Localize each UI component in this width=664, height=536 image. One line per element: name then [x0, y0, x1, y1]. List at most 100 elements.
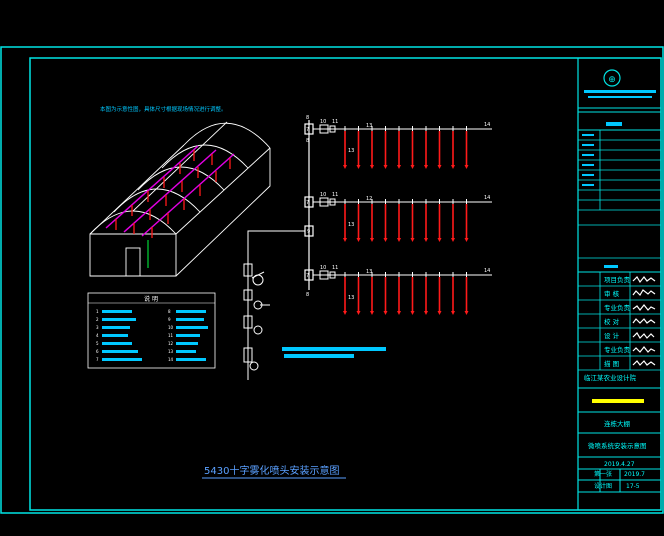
drawing-note: 本图为示意性图，具体尺寸根据现场情况进行调整。: [100, 105, 227, 113]
greenhouse-sprinkler-lines: [105, 145, 235, 268]
legend-box: 说 明 123 4567 8910 11121314: [87, 292, 216, 369]
tb-row-6: 专业负责: [604, 345, 631, 354]
title-block-grid: [578, 130, 661, 259]
label-row2-b: 11: [332, 192, 338, 198]
sprinkler-head-r1-6: [410, 165, 415, 169]
date-text: 2019.4.27: [604, 461, 635, 468]
drawing-title: 5430十字雾化喷头安装示意图: [204, 464, 339, 477]
phase-text: 设计图: [594, 482, 612, 490]
label-row3-bottom: 8: [306, 292, 309, 298]
svg-text:14: 14: [168, 357, 174, 362]
sprinkler-head-r1-10: [464, 165, 469, 169]
sprinkler-head-r1-8: [437, 165, 442, 169]
signature-table: [578, 272, 661, 371]
project-name: 连栋大棚: [604, 419, 631, 428]
label-mid: 9: [307, 229, 310, 235]
label-row3-end: 14: [484, 268, 490, 274]
svg-text:9: 9: [168, 317, 171, 322]
label-row3-b: 11: [332, 265, 338, 271]
tb-row-1: 项目负责: [604, 275, 631, 284]
sprinkler-head-r2-6: [410, 238, 415, 242]
sprinkler-head-r2-8: [437, 238, 442, 242]
sprinkler-head-r3-6: [410, 311, 415, 315]
sprinkler-head-r2-10: [464, 238, 469, 242]
valve-label-bar-2: [284, 354, 354, 358]
legend-heading: 说 明: [144, 295, 158, 303]
sprinkler-head-r3-10: [464, 311, 469, 315]
drawing-name: 微喷系统安装示意图: [588, 441, 647, 450]
label-row1-bottom: 8: [306, 138, 309, 144]
sprinkler-head-r2-3: [370, 238, 374, 242]
branch-row-2: 10 11 12 14 13: [313, 192, 492, 228]
sprinkler-head-r3-4: [383, 311, 388, 315]
sprinkler-head-r2-2: [356, 238, 361, 242]
svg-text:5: 5: [96, 341, 99, 346]
sprinkler-head-r3-1: [343, 311, 347, 315]
label-row3-pipe: 13: [366, 269, 372, 275]
tb-row-3: 专业负责: [604, 303, 631, 312]
label-row2-end: 14: [484, 195, 490, 201]
label-row1-b: 11: [332, 119, 338, 125]
label-row3-a: 10: [320, 265, 326, 271]
title-block: ⊕ 项目负责 审 核 专业负责 校 对 设 计 专业负责 描 图 临江某农业设计…: [577, 58, 661, 510]
tb-row-5: 设 计: [604, 331, 620, 340]
sprinkler-head-r3-2: [356, 311, 361, 315]
scale-text: 2019.7: [624, 471, 645, 478]
number-text: 17-5: [626, 483, 640, 490]
sprinkler-head-r2-1: [343, 238, 347, 242]
sprinkler-head-r1-1: [343, 165, 347, 169]
sprinkler-head-r2-4: [383, 238, 388, 242]
svg-text:⊕: ⊕: [608, 75, 616, 85]
label-row1-left: 7: [306, 127, 309, 133]
sprinkler-drops: [343, 126, 469, 315]
sprinkler-head-r1-4: [383, 165, 388, 169]
svg-text:7: 7: [96, 357, 99, 362]
yellow-bar: [592, 399, 644, 403]
svg-text:8: 8: [168, 309, 171, 314]
outer-frame: [0, 46, 664, 514]
svg-text:2: 2: [96, 317, 99, 322]
sprinkler-head-r2-7: [424, 238, 428, 242]
sprinkler-head-r2-9: [451, 238, 455, 242]
label-node-top: 8: [306, 115, 309, 121]
svg-text:10: 10: [168, 325, 174, 330]
label-row3-left: 7: [306, 273, 309, 279]
sprinkler-head-r1-5: [397, 165, 401, 169]
branch-row-3: 10 11 13 14 13: [313, 265, 492, 301]
label-row2-pipe: 12: [366, 196, 372, 202]
sprinkler-head-r1-2: [356, 165, 361, 169]
sprinkler-head-r1-7: [424, 165, 428, 169]
signatures: [632, 276, 656, 366]
label-row3-drop: 13: [348, 295, 354, 301]
valve-label-bar-1: [282, 347, 386, 351]
sprinkler-head-r3-3: [370, 311, 374, 315]
svg-text:6: 6: [96, 349, 99, 354]
sprinkler-head-r1-3: [370, 165, 374, 169]
greenhouse-door: [125, 247, 141, 277]
svg-text:4: 4: [96, 333, 99, 338]
sprinkler-head-r2-5: [397, 238, 401, 242]
label-row1-a: 10: [320, 119, 326, 125]
label-row1-pipe: 13: [366, 123, 372, 129]
cad-drawing-canvas: ⊕ 项目负责 审 核 专业负责 校 对 设 计 专业负责 描 图 临江某农业设计…: [0, 46, 664, 514]
sprinkler-head-r3-5: [397, 311, 401, 315]
label-row2-a: 10: [320, 192, 326, 198]
institute-name-bar: [584, 90, 656, 93]
tb-row-2: 审 核: [604, 289, 620, 298]
svg-text:12: 12: [168, 341, 174, 346]
label-row1-end: 14: [484, 122, 490, 128]
svg-text:11: 11: [168, 333, 174, 338]
svg-text:3: 3: [96, 325, 99, 330]
svg-text:13: 13: [168, 349, 174, 354]
greenhouse-isometric: [89, 121, 271, 277]
label-row2-drop: 13: [348, 222, 354, 228]
svg-text:1: 1: [96, 309, 99, 314]
sprinkler-head-r3-9: [451, 311, 455, 315]
institute-text: 临江某农业设计院: [584, 373, 637, 382]
sprinkler-head-r1-9: [451, 165, 455, 169]
sheet-text: 第一张: [594, 470, 612, 478]
sprinkler-head-r3-8: [437, 311, 442, 315]
sprinkler-head-r3-7: [424, 311, 428, 315]
tb-row-7: 描 图: [604, 359, 619, 368]
tb-row-4: 校 对: [604, 317, 620, 326]
